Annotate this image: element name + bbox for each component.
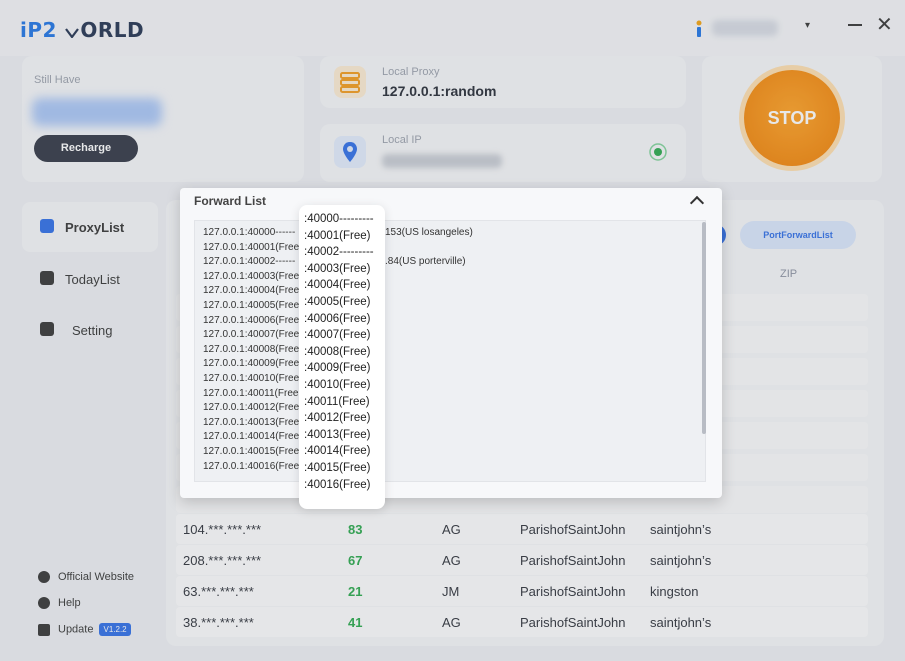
list-item[interactable]: 127.0.0.1:40008(Free <box>203 344 299 355</box>
popup-item[interactable]: :40005(Free) <box>304 296 370 308</box>
list-item[interactable]: 127.0.0.1:40005(Free <box>203 300 299 311</box>
popup-item[interactable]: :40004(Free) <box>304 279 370 291</box>
list-item[interactable]: 127.0.0.1:40009(Free <box>203 358 299 369</box>
chevron-up-icon[interactable] <box>689 195 705 211</box>
list-item[interactable]: 127.0.0.1:40014(Free <box>203 431 299 442</box>
list-item[interactable]: 127.0.0.1:40007(Free <box>203 329 299 340</box>
popup-item[interactable]: :40009(Free) <box>304 362 370 374</box>
popup-item[interactable]: :40003(Free) <box>304 263 370 275</box>
list-scrollbar[interactable] <box>702 222 706 434</box>
list-item[interactable]: 127.0.0.1:40013(Free <box>203 417 299 428</box>
list-item-location: 153(US losangeles) <box>385 227 473 238</box>
list-item[interactable]: 127.0.0.1:40011(Free <box>203 388 298 399</box>
popup-item[interactable]: :40002--------- <box>304 246 374 258</box>
list-item[interactable]: 127.0.0.1:40003(Free <box>203 271 299 282</box>
port-popup: :40000--------- :40001(Free) :40002-----… <box>299 205 385 509</box>
list-item[interactable]: 127.0.0.1:40006(Free <box>203 315 299 326</box>
list-item[interactable]: 127.0.0.1:40002------ <box>203 256 295 267</box>
modal-title: Forward List <box>194 194 267 208</box>
list-item[interactable]: 127.0.0.1:40004(Free <box>203 285 299 296</box>
list-item[interactable]: 127.0.0.1:40000------ <box>203 227 295 238</box>
popup-item[interactable]: :40006(Free) <box>304 313 370 325</box>
popup-item[interactable]: :40008(Free) <box>304 346 370 358</box>
popup-item[interactable]: :40000--------- <box>304 213 374 225</box>
list-item[interactable]: 127.0.0.1:40010(Free <box>203 373 299 384</box>
popup-item[interactable]: :40010(Free) <box>304 379 370 391</box>
list-item[interactable]: 127.0.0.1:40015(Free <box>203 446 299 457</box>
list-item[interactable]: 127.0.0.1:40001(Free <box>203 242 299 253</box>
popup-item[interactable]: :40013(Free) <box>304 429 370 441</box>
popup-item[interactable]: :40011(Free) <box>304 396 370 408</box>
popup-item[interactable]: :40001(Free) <box>304 230 370 242</box>
popup-item[interactable]: :40014(Free) <box>304 445 370 457</box>
list-item[interactable]: 127.0.0.1:40016(Free <box>203 461 299 472</box>
forward-list-modal: Forward List 127.0.0.1:40000------ 127.0… <box>180 188 722 498</box>
list-item-location: .84(US porterville) <box>385 256 466 268</box>
list-item[interactable]: 127.0.0.1:40012(Free <box>203 402 299 413</box>
popup-item[interactable]: :40016(Free) <box>304 479 370 491</box>
popup-item[interactable]: :40012(Free) <box>304 412 370 424</box>
popup-item[interactable]: :40015(Free) <box>304 462 370 474</box>
popup-item[interactable]: :40007(Free) <box>304 329 370 341</box>
forward-list-box[interactable]: 127.0.0.1:40000------ 127.0.0.1:40001(Fr… <box>194 220 706 482</box>
